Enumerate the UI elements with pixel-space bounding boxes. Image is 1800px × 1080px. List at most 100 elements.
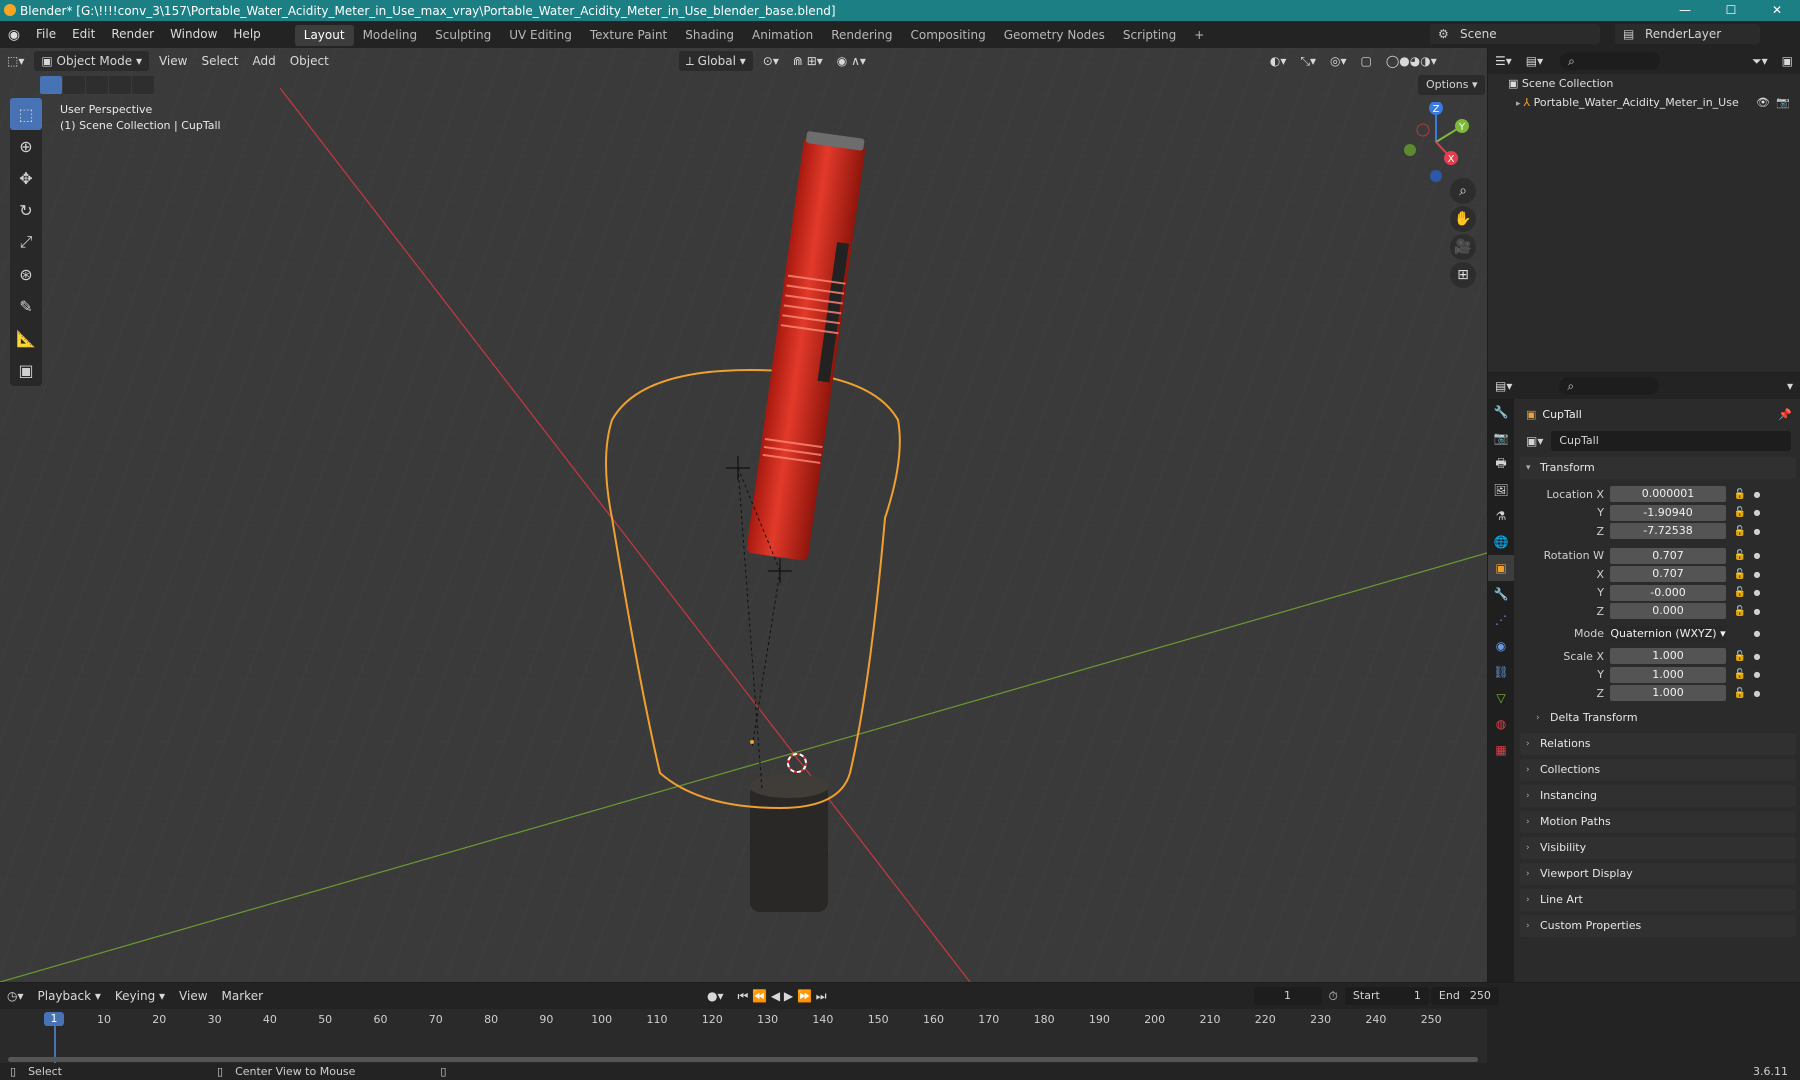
mode-selector[interactable]: ▣ Object Mode ▾ [34, 51, 149, 71]
tool-tab-icon[interactable]: 🔧 [1488, 399, 1514, 425]
keyframe-dot-icon[interactable]: ● [1750, 689, 1764, 698]
world-tab-icon[interactable]: 🌐 [1488, 529, 1514, 555]
lock-icon[interactable]: 🔓 [1730, 669, 1750, 680]
keyframe-dot-icon[interactable]: ● [1750, 570, 1764, 579]
properties-options-icon[interactable]: ▾ [1780, 376, 1800, 396]
keyframe-dot-icon[interactable]: ● [1750, 629, 1764, 638]
camera-view-icon[interactable]: 🎥 [1450, 234, 1476, 260]
tab-scripting[interactable]: Scripting [1114, 25, 1185, 46]
lock-icon[interactable]: 🔓 [1730, 507, 1750, 518]
outliner-search-input[interactable]: ⌕ [1560, 52, 1661, 70]
transform-panel-header[interactable]: ▾ Transform [1520, 457, 1796, 479]
panel-visibility[interactable]: › Visibility [1520, 836, 1796, 859]
tab-uv-editing[interactable]: UV Editing [500, 25, 581, 46]
physics-tab-icon[interactable]: ◉ [1488, 633, 1514, 659]
editor-type-icon[interactable]: ⬚▾ [0, 51, 31, 71]
options-dropdown[interactable]: Options ▾ [1418, 75, 1486, 95]
menu-window[interactable]: Window [162, 21, 225, 48]
menu-help[interactable]: Help [225, 21, 268, 48]
end-frame-field[interactable]: End 250 [1430, 987, 1499, 1005]
new-collection-icon[interactable]: ▣ [1775, 51, 1800, 71]
add-workspace-button[interactable]: + [1185, 25, 1213, 46]
scale-x-field[interactable]: 1.000 [1610, 648, 1726, 665]
output-tab-icon[interactable]: 🖶 [1488, 451, 1514, 477]
rotation-z-field[interactable]: 0.000 [1610, 603, 1726, 620]
tab-sculpting[interactable]: Sculpting [426, 25, 500, 46]
material-tab-icon[interactable]: ◍ [1488, 711, 1514, 737]
lock-icon[interactable]: 🔓 [1730, 651, 1750, 662]
keyframe-dot-icon[interactable]: ● [1750, 551, 1764, 560]
render-tab-icon[interactable]: 📷 [1488, 425, 1514, 451]
timeline-ruler[interactable]: 1 10 20 30 40 50 60 70 80 90 100 110 120 130 140 150 16… [0, 1009, 1487, 1063]
location-y-field[interactable]: -1.90940 [1610, 504, 1726, 521]
menu-render[interactable]: Render [103, 21, 162, 48]
keyframe-dot-icon[interactable]: ● [1750, 508, 1764, 517]
zoom-icon[interactable]: ⌕ [1450, 178, 1476, 204]
transform-icon[interactable]: ⊛ [10, 258, 42, 290]
timeline-menu-view[interactable]: View [172, 986, 214, 1006]
select-subtract-icon[interactable] [86, 76, 108, 94]
tab-layout[interactable]: Layout [294, 25, 354, 46]
modifier-tab-icon[interactable]: 🔧 [1488, 581, 1514, 607]
location-z-field[interactable]: -7.72538 [1610, 523, 1726, 540]
eye-icon[interactable]: 👁 [1756, 93, 1770, 112]
viewport-menu-add[interactable]: Add [245, 51, 282, 71]
properties-search-input[interactable]: ⌕ [1559, 377, 1660, 395]
select-box-icon[interactable]: ⬚ [10, 98, 42, 130]
scene-tab-icon[interactable]: ⚗ [1488, 503, 1514, 529]
keyframe-dot-icon[interactable]: ● [1750, 607, 1764, 616]
scene-collection-row[interactable]: ▣ Scene Collection [1488, 74, 1800, 93]
camera-icon[interactable]: 📷 [1776, 93, 1790, 112]
constraints-tab-icon[interactable]: ⛓ [1488, 659, 1514, 685]
annotate-icon[interactable]: ✎ [10, 290, 42, 322]
playback-controls[interactable]: ⏮ ⏪ ◀ ▶ ⏩ ⏭ [731, 986, 834, 1006]
view-layer-tab-icon[interactable]: 🖼 [1488, 477, 1514, 503]
xray-icon[interactable]: ▢ [1354, 51, 1379, 71]
current-frame-field[interactable]: 1 [1253, 987, 1322, 1005]
menu-file[interactable]: File [28, 21, 64, 48]
filter-icon[interactable]: ⏷▾ [1745, 51, 1775, 71]
add-cube-icon[interactable]: ▣ [10, 354, 42, 386]
panel-line-art[interactable]: › Line Art [1520, 888, 1796, 911]
viewport-menu-select[interactable]: Select [194, 51, 245, 71]
rotation-x-field[interactable]: 0.707 [1610, 566, 1726, 583]
keyframe-dot-icon[interactable]: ● [1750, 588, 1764, 597]
lock-icon[interactable]: 🔓 [1730, 489, 1750, 500]
panel-relations[interactable]: › Relations [1520, 732, 1796, 755]
lock-icon[interactable]: 🔓 [1730, 550, 1750, 561]
tab-texture-paint[interactable]: Texture Paint [581, 25, 676, 46]
measure-icon[interactable]: 📐 [10, 322, 42, 354]
menu-edit[interactable]: Edit [64, 21, 103, 48]
viewport-menu-view[interactable]: View [152, 51, 194, 71]
keyframe-dot-icon[interactable]: ● [1750, 490, 1764, 499]
lock-icon[interactable]: 🔓 [1730, 606, 1750, 617]
ortho-grid-icon[interactable]: ⊞ [1450, 262, 1476, 288]
data-tab-icon[interactable]: ▽ [1488, 685, 1514, 711]
close-button[interactable]: ✕ [1754, 0, 1800, 21]
object-data-icon[interactable]: ▣▾ [1526, 434, 1543, 448]
tab-animation[interactable]: Animation [743, 25, 822, 46]
panel-motion-paths[interactable]: › Motion Paths [1520, 810, 1796, 833]
rotation-y-field[interactable]: -0.000 [1610, 584, 1726, 601]
timeline-scrollbar[interactable] [8, 1057, 1478, 1062]
overlay-icon[interactable]: ◎▾ [1323, 51, 1354, 71]
outliner-editor-icon[interactable]: ☰▾ [1488, 51, 1519, 71]
current-frame-indicator[interactable]: 1 [44, 1012, 64, 1026]
pivot-icon[interactable]: ⊙▾ [756, 51, 786, 71]
pin-icon[interactable]: 📌 [1778, 408, 1792, 421]
tab-rendering[interactable]: Rendering [822, 25, 901, 46]
keyframe-dot-icon[interactable]: ● [1750, 652, 1764, 661]
keyframe-dot-icon[interactable]: ● [1750, 527, 1764, 536]
maximize-button[interactable]: ☐ [1708, 0, 1754, 21]
scene-selector[interactable]: ⚙ Scene [1430, 24, 1600, 44]
blender-menu-icon[interactable]: ◉ [0, 27, 28, 43]
move-icon[interactable]: ✥ [10, 162, 42, 194]
lock-icon[interactable]: 🔓 [1730, 569, 1750, 580]
stopwatch-icon[interactable]: ⏱ [1322, 986, 1345, 1006]
object-tab-icon[interactable]: ▣ [1488, 555, 1514, 581]
object-name-field[interactable]: CupTall [1551, 431, 1792, 451]
particles-tab-icon[interactable]: ⋰ [1488, 607, 1514, 633]
timeline-editor-icon[interactable]: ◷▾ [0, 986, 31, 1006]
rotation-mode-dropdown[interactable]: Quaternion (WXYZ) ▾ [1610, 625, 1726, 642]
panel-viewport-display[interactable]: › Viewport Display [1520, 862, 1796, 885]
